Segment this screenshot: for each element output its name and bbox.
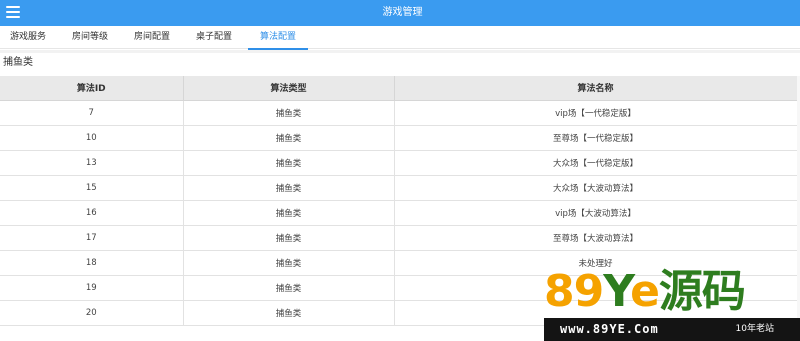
table-header-row: 算法ID 算法类型 算法名称 (0, 76, 798, 101)
cell-algorithm-name: 至尊场【一代稳定版】 (394, 125, 798, 151)
cell-algorithm-id: 15 (0, 175, 184, 201)
table-row[interactable]: 13 捕鱼类 大众场【一代稳定版】 (0, 150, 798, 176)
column-header-id[interactable]: 算法ID (0, 76, 184, 101)
watermark-logo-y: Y (603, 266, 631, 317)
cell-algorithm-id: 13 (0, 150, 184, 176)
tab-algorithm-config[interactable]: 算法配置 (248, 26, 308, 50)
tab-table-config[interactable]: 桌子配置 (196, 26, 232, 49)
cell-algorithm-type: 捕鱼类 (183, 125, 395, 151)
tab-bar: 游戏服务 房间等级 房间配置 桌子配置 算法配置 (0, 26, 800, 50)
watermark-logo-cn: 源码 (658, 266, 746, 317)
cell-algorithm-name: vip场【大波动算法】 (394, 200, 798, 226)
category-label: 捕鱼类 (3, 57, 33, 68)
watermark-logo: 89Ye源码 www.89YE.Com 10年老站 (544, 266, 800, 341)
table-row[interactable]: 7 捕鱼类 vip场【一代稳定版】 (0, 100, 798, 126)
cell-algorithm-id: 20 (0, 300, 184, 326)
cell-algorithm-type: 捕鱼类 (183, 175, 395, 201)
cell-algorithm-type: 捕鱼类 (183, 250, 395, 276)
tab-room-config[interactable]: 房间配置 (134, 26, 170, 49)
cell-algorithm-id: 16 (0, 200, 184, 226)
watermark-bar: www.89YE.Com 10年老站 (544, 318, 800, 341)
column-header-name[interactable]: 算法名称 (394, 76, 798, 101)
cell-algorithm-id: 17 (0, 225, 184, 251)
watermark-slogan: 10年老站 (735, 324, 774, 334)
page-title: 游戏管理 (382, 7, 423, 18)
cell-algorithm-type: 捕鱼类 (183, 100, 395, 126)
table-row[interactable]: 15 捕鱼类 大众场【大波动算法】 (0, 175, 798, 201)
cell-algorithm-type: 捕鱼类 (183, 200, 395, 226)
tab-game-service[interactable]: 游戏服务 (10, 26, 46, 49)
watermark-logo-text: 89Ye源码 (544, 266, 746, 318)
tab-room-level[interactable]: 房间等级 (72, 26, 108, 49)
cell-algorithm-type: 捕鱼类 (183, 300, 395, 326)
watermark-logo-e: e (630, 266, 660, 317)
cell-algorithm-type: 捕鱼类 (183, 275, 395, 301)
column-header-type[interactable]: 算法类型 (183, 76, 395, 101)
app-header: 游戏管理 (0, 0, 800, 26)
cell-algorithm-id: 7 (0, 100, 184, 126)
cell-algorithm-name: 大众场【一代稳定版】 (394, 150, 798, 176)
cell-algorithm-name: 至尊场【大波动算法】 (394, 225, 798, 251)
table-row[interactable]: 17 捕鱼类 至尊场【大波动算法】 (0, 225, 798, 251)
cell-algorithm-type: 捕鱼类 (183, 225, 395, 251)
watermark-url: www.89YE.Com (560, 322, 659, 336)
cell-algorithm-type: 捕鱼类 (183, 150, 395, 176)
table-row[interactable]: 10 捕鱼类 至尊场【一代稳定版】 (0, 125, 798, 151)
table-row[interactable]: 16 捕鱼类 vip场【大波动算法】 (0, 200, 798, 226)
cell-algorithm-id: 19 (0, 275, 184, 301)
cell-algorithm-id: 10 (0, 125, 184, 151)
divider (0, 50, 800, 53)
watermark-logo-digits: 89 (544, 266, 604, 317)
cell-algorithm-name: 大众场【大波动算法】 (394, 175, 798, 201)
tab-algorithm-config-label: 算法配置 (259, 32, 296, 42)
cell-algorithm-id: 18 (0, 250, 184, 276)
cell-algorithm-name: vip场【一代稳定版】 (394, 100, 798, 126)
